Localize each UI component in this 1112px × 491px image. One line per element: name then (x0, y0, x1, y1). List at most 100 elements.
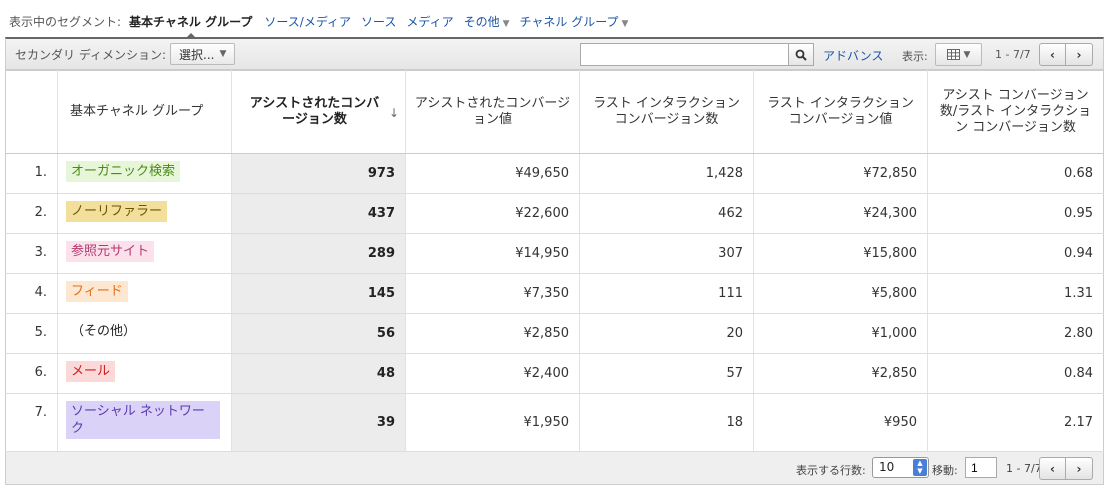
cell-ratio: 0.94 (927, 233, 1104, 274)
cell-assisted-value: ¥1,950 (405, 393, 580, 452)
rows-per-page-value: 10 (879, 460, 895, 474)
cell-assisted-conversions: 973 (231, 153, 406, 194)
chevron-left-icon: ‹ (1050, 47, 1055, 62)
table-row: 5. （その他） 56 ¥2,850 20 ¥1,000 2.80 (5, 313, 1104, 354)
cell-last-click-conversions: 20 (579, 313, 754, 354)
row-dimension-cell: ノーリファラー (57, 193, 232, 234)
segment-channel-group-dropdown[interactable]: チャネル グループ ▼ (520, 13, 629, 30)
segment-bar: 表示中のセグメント: 基本チャネル グループ ソース/メディア ソース メディア… (9, 11, 638, 39)
header-ratio[interactable]: アシスト コンバージョン数/ラスト インタラクション コンバージョン数 (927, 70, 1104, 154)
secondary-dimension-select-label: 選択... (179, 47, 215, 62)
cell-last-click-conversions: 111 (579, 273, 754, 314)
channel-link-social[interactable]: ソーシャル ネットワーク (66, 401, 220, 439)
header-assisted-value[interactable]: アシストされたコンバージョン値 (405, 70, 580, 154)
cell-last-click-value: ¥15,800 (753, 233, 928, 274)
cell-ratio: 0.95 (927, 193, 1104, 234)
table-row: 3. 参照元サイト 289 ¥14,950 307 ¥15,800 0.94 (5, 233, 1104, 274)
table-row: 7. ソーシャル ネットワーク 39 ¥1,950 18 ¥950 2.17 (5, 393, 1104, 452)
table-row: 6. メール 48 ¥2,400 57 ¥2,850 0.84 (5, 353, 1104, 394)
sort-descending-icon: ↓ (388, 106, 399, 120)
table-header-row: 基本チャネル グループ アシストされたコンバージョン数 ↓ アシストされたコンバー… (5, 70, 1104, 154)
chevron-down-icon: ▼ (621, 18, 629, 29)
cell-last-click-value: ¥1,000 (753, 313, 928, 354)
cell-last-click-conversions: 462 (579, 193, 754, 234)
channel-link-email[interactable]: メール (66, 361, 116, 382)
cell-assisted-conversions: 56 (231, 313, 406, 354)
top-pager: ‹ › (1039, 43, 1093, 66)
cell-last-click-value: ¥2,850 (753, 353, 928, 394)
row-dimension-cell: オーガニック検索 (57, 153, 232, 194)
row-dimension-cell: フィード (57, 273, 232, 314)
goto-label: 移動: (932, 464, 958, 477)
cell-assisted-value: ¥49,650 (405, 153, 580, 194)
advanced-filter-link[interactable]: アドバンス (823, 47, 883, 64)
rows-per-page-select[interactable]: 10 ▲ ▼ (872, 457, 929, 478)
rows-per-page-label: 表示する行数: (796, 464, 866, 477)
search-box (580, 43, 814, 66)
cell-assisted-value: ¥7,350 (405, 273, 580, 314)
header-last-click-conversions[interactable]: ラスト インタラクション コンバージョン数 (579, 70, 754, 154)
next-page-button[interactable]: › (1066, 457, 1093, 480)
channel-link-organic[interactable]: オーガニック検索 (66, 161, 181, 182)
cell-ratio: 2.17 (927, 393, 1104, 452)
cell-ratio: 2.80 (927, 313, 1104, 354)
header-index (5, 70, 58, 154)
channel-link-feed[interactable]: フィード (66, 281, 128, 302)
table-footer: 表示する行数: 10 ▲▼ 移動: 1 - 7/7 ‹ › (5, 452, 1104, 485)
table-row: 4. フィード 145 ¥7,350 111 ¥5,800 1.31 (5, 273, 1104, 314)
channel-link-other[interactable]: （その他） (66, 321, 141, 342)
prev-page-button[interactable]: ‹ (1039, 457, 1066, 480)
cell-assisted-conversions: 48 (231, 353, 406, 394)
segment-channel-group-label: チャネル グループ (519, 14, 619, 29)
table-view-icon (946, 49, 960, 60)
footer-range: 1 - 7/7 (1006, 462, 1042, 475)
header-assisted-conversions[interactable]: アシストされたコンバージョン数 ↓ (231, 70, 406, 154)
goto-input[interactable] (965, 457, 997, 478)
cell-last-click-conversions: 307 (579, 233, 754, 274)
chevron-left-icon: ‹ (1050, 461, 1055, 476)
segment-medium[interactable]: メディア (406, 13, 453, 30)
search-icon (795, 49, 807, 61)
prev-page-button[interactable]: ‹ (1039, 43, 1066, 66)
segment-source[interactable]: ソース (361, 13, 396, 30)
cell-assisted-value: ¥14,950 (405, 233, 580, 274)
bottom-pager: ‹ › (1039, 457, 1093, 480)
chevron-down-icon: ▼ (502, 18, 510, 29)
cell-assisted-value: ¥22,600 (405, 193, 580, 234)
row-index: 7. (5, 393, 58, 452)
cell-last-click-value: ¥24,300 (753, 193, 928, 234)
secondary-dimension-label: セカンダリ ディメンション: (15, 47, 167, 62)
cell-last-click-conversions: 1,428 (579, 153, 754, 194)
channel-link-direct[interactable]: ノーリファラー (66, 201, 168, 222)
cell-ratio: 0.84 (927, 353, 1104, 394)
chevron-right-icon: › (1076, 47, 1082, 62)
cell-last-click-conversions: 57 (579, 353, 754, 394)
cell-assisted-conversions: 145 (231, 273, 406, 314)
row-index: 3. (5, 233, 58, 274)
stepper-icon: ▲ ▼ (913, 459, 927, 476)
chevron-right-icon: › (1076, 461, 1082, 476)
cell-last-click-conversions: 18 (579, 393, 754, 452)
row-index: 1. (5, 153, 58, 194)
row-dimension-cell: ソーシャル ネットワーク (57, 393, 232, 452)
next-page-button[interactable]: › (1066, 43, 1093, 66)
secondary-dimension-select[interactable]: 選択... ▼ (170, 43, 236, 65)
segment-other-dropdown[interactable]: その他 ▼ (464, 13, 510, 30)
table-row: 1. オーガニック検索 973 ¥49,650 1,428 ¥72,850 0.… (5, 153, 1104, 194)
search-input[interactable] (580, 43, 788, 66)
header-last-click-value[interactable]: ラスト インタラクション コンバージョン値 (753, 70, 928, 154)
chevron-down-icon: ▼ (219, 49, 227, 59)
cell-assisted-conversions: 437 (231, 193, 406, 234)
segment-active[interactable]: 基本チャネル グループ (129, 13, 252, 39)
channel-link-referral[interactable]: 参照元サイト (66, 241, 155, 262)
segment-bar-label: 表示中のセグメント: (9, 14, 122, 29)
row-dimension-cell: （その他） (57, 313, 232, 354)
row-index: 2. (5, 193, 58, 234)
header-dimension[interactable]: 基本チャネル グループ (57, 70, 232, 154)
search-button[interactable] (788, 43, 814, 66)
view-mode-button[interactable]: ▼ (935, 43, 982, 66)
chevron-down-icon: ▼ (963, 49, 971, 60)
segment-source-medium[interactable]: ソース/メディア (264, 13, 351, 30)
table-toolbar: セカンダリ ディメンション: 選択... ▼ アドバンス 表示: ▼ 1 - 7… (5, 37, 1104, 70)
segment-other-label: その他 (463, 14, 500, 29)
